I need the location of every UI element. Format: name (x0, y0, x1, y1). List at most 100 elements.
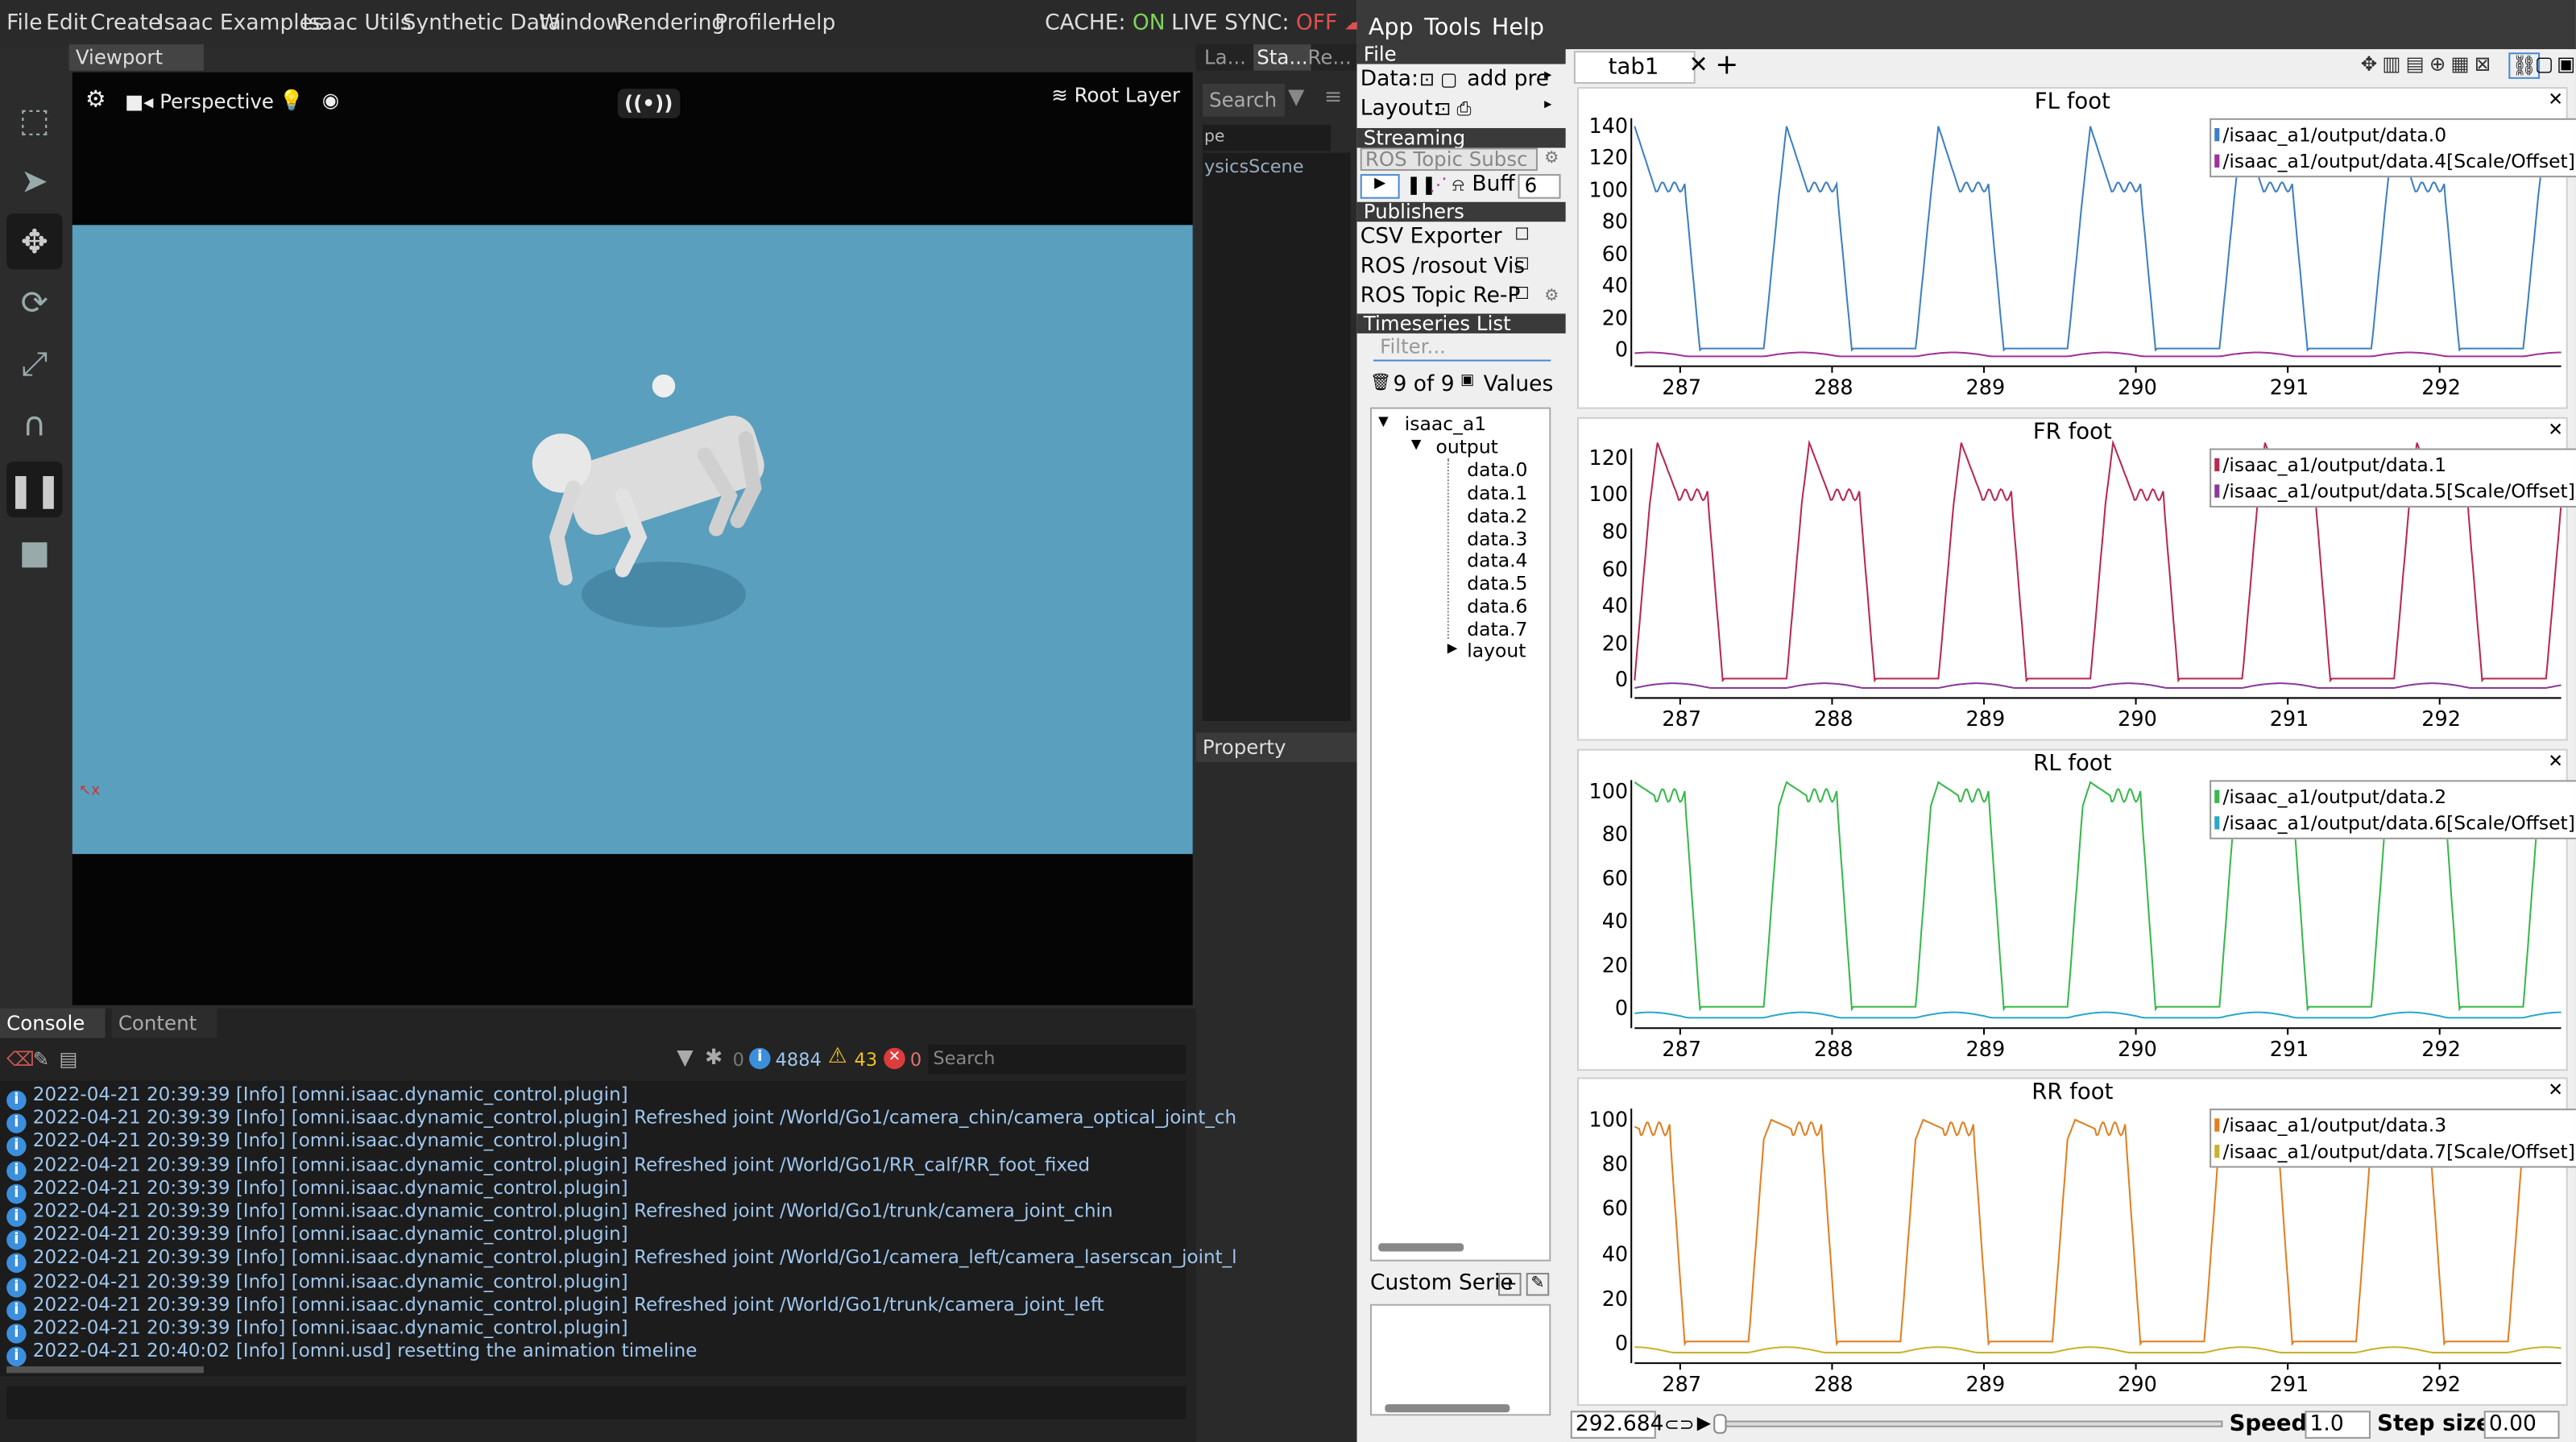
viewport-tab[interactable]: Viewport (68, 44, 204, 71)
tab-tab1[interactable]: tab1 (1573, 51, 1696, 84)
tab-render[interactable]: Re... (1307, 46, 1351, 69)
legend-entry[interactable]: /isaac_a1/output/data.2 (2214, 783, 2575, 810)
filter-icon[interactable]: ▼ (1288, 85, 1304, 110)
menu-create[interactable]: Create (90, 11, 161, 36)
scale-icon[interactable]: ⤢ (6, 335, 62, 391)
menu-help[interactable]: Help (787, 11, 835, 36)
add-tab-icon[interactable]: + (1715, 49, 1738, 82)
tree-leaf-data4[interactable]: data.4 (1467, 549, 1527, 572)
folder-icon[interactable]: ▤ (59, 1048, 77, 1071)
tree-leaf-data5[interactable]: data.5 (1467, 571, 1527, 595)
tab-content[interactable]: Content (111, 1008, 217, 1038)
publisher-rosout[interactable]: ROS /rosout Vis (1360, 255, 1525, 280)
menu-edit[interactable]: Edit (46, 11, 87, 36)
time-display[interactable]: 292.684 (1570, 1411, 1664, 1439)
menu-rendering[interactable]: Rendering (616, 11, 725, 36)
plot-legend[interactable]: /isaac_a1/output/data.3/isaac_a1/output/… (2209, 1108, 2576, 1168)
tree-node-layout[interactable]: layout (1467, 639, 1526, 662)
tree-leaf-data2[interactable]: data.2 (1467, 504, 1527, 528)
speed-spinbox[interactable]: 1.0 (2305, 1411, 2371, 1439)
streaming-settings-icon[interactable]: ⚙ (1544, 150, 1559, 168)
plot-4[interactable]: RR foot ✕ 0 20 40 60 80 100 287 288 289 290 291 292/i… (1576, 1077, 2576, 1407)
stage-row-type[interactable]: pe (1204, 128, 1224, 146)
camera-perspective-button[interactable]: ■◂ Perspective (125, 90, 274, 114)
expand-arrow-icon[interactable]: ▶ (1447, 640, 1458, 655)
eye-icon[interactable]: ◉ (322, 89, 339, 112)
values-checkbox[interactable]: ▣ (1460, 373, 1474, 389)
time-slider[interactable] (1717, 1420, 2223, 1427)
plot-2[interactable]: FR foot ✕ 0 20 40 60 80 100 120 287 288 289 290 291 29… (1576, 416, 2576, 741)
tree-leaf-data1[interactable]: data.1 (1467, 481, 1527, 504)
rotate-icon[interactable]: ⟳ (6, 274, 62, 329)
tree-node-output[interactable]: output (1436, 435, 1498, 458)
start-streaming-button[interactable]: ▶ (1360, 174, 1400, 199)
snap-magnet-icon[interactable]: ∩ (6, 396, 62, 451)
tree-leaf-data7[interactable]: data.7 (1467, 618, 1527, 641)
legend-entry[interactable]: /isaac_a1/output/data.3 (2214, 1112, 2575, 1138)
menu-tools[interactable]: Tools (1424, 15, 1481, 41)
plot-toolbar-icons[interactable]: ✥▥▤⊕▦⊠ (2361, 52, 2496, 76)
root-layer-button[interactable]: ≋ Root Layer (1051, 84, 1180, 107)
console-command-input[interactable] (6, 1386, 1187, 1419)
bell-icon[interactable]: ⍾ (1452, 174, 1464, 197)
republisher-checkbox[interactable]: ☐ (1514, 286, 1529, 304)
verbose-asterisk-icon[interactable]: ✱ (705, 1046, 723, 1071)
menu-profiler[interactable]: Profiler (714, 11, 789, 36)
loop-icon[interactable]: ⊂⊃ (1664, 1414, 1695, 1436)
step-size-spinbox[interactable]: 0.00 (2483, 1411, 2560, 1439)
legend-entry[interactable]: /isaac_a1/output/data.4[Scale/Offset] (2214, 147, 2575, 174)
zoom-ratio-icons[interactable]: ▢▣ (2535, 52, 2576, 76)
menu-isaac-examples[interactable]: Isaac Examples (158, 11, 324, 36)
plot-1[interactable]: FL foot ✕ 0 20 40 60 80 100 120 140 287 288 289 290 29… (1576, 87, 2576, 409)
rosout-checkbox[interactable]: ☐ (1514, 256, 1529, 274)
broadcast-icon[interactable]: ((•)) (617, 89, 680, 118)
settings-gear-icon[interactable]: ⚙ (85, 87, 106, 114)
csv-checkbox[interactable]: ☐ (1514, 226, 1529, 244)
layout-arrow-icon[interactable]: ▸ (1544, 97, 1551, 113)
menu-isaac-utils[interactable]: Isaac Utils (302, 11, 411, 36)
plot-legend[interactable]: /isaac_a1/output/data.2/isaac_a1/output/… (2209, 780, 2576, 839)
plot-legend[interactable]: /isaac_a1/output/data.0/isaac_a1/output/… (2209, 118, 2576, 178)
streaming-source-select[interactable]: ROS Topic Subsc (1360, 147, 1538, 172)
pause-icon[interactable]: ❚❚ (6, 461, 63, 518)
legend-entry[interactable]: /isaac_a1/output/data.5[Scale/Offset] (2214, 478, 2575, 504)
warning-icon[interactable]: ⚠ (828, 1045, 847, 1070)
move-icon[interactable]: ✥ (6, 213, 63, 270)
plot-3[interactable]: RL foot ✕ 0 20 40 60 80 100 287 288 289 290 291 292/i… (1576, 748, 2576, 1071)
buffer-spinbox[interactable]: 6 (1518, 174, 1561, 199)
menu-app[interactable]: App (1369, 15, 1414, 41)
menu-help[interactable]: Help (1492, 15, 1544, 41)
plot-legend[interactable]: /isaac_a1/output/data.1/isaac_a1/output/… (2209, 448, 2576, 508)
tree-node-isaac-a1[interactable]: isaac_a1 (1405, 412, 1486, 436)
clear-console-icon[interactable]: ⌫ (6, 1048, 35, 1071)
stage-search-input[interactable]: Search (1202, 83, 1285, 117)
legend-entry[interactable]: /isaac_a1/output/data.7[Scale/Offset] (2214, 1138, 2575, 1165)
viewport[interactable]: ⚙ ■◂ Perspective 💡 ◉ ((•)) ≋ Root Layer … (72, 72, 1193, 1005)
hamburger-menu-icon[interactable]: ≡ (1324, 85, 1342, 110)
time-slider-handle[interactable] (1713, 1414, 1727, 1434)
add-custom-series-icon[interactable]: + (1498, 1272, 1522, 1296)
filter-icon[interactable]: ▼ (677, 1046, 693, 1071)
republisher-settings-icon[interactable]: ⚙ (1544, 288, 1559, 305)
legend-entry[interactable]: /isaac_a1/output/data.6[Scale/Offset] (2214, 810, 2575, 836)
delete-icon[interactable]: 🗑 (1370, 375, 1391, 392)
stage-row-physics-scene[interactable]: ysicsScene (1204, 156, 1304, 178)
data-arrow-icon[interactable]: ▸ (1544, 68, 1551, 84)
tab-console[interactable]: Console (0, 1008, 106, 1038)
lightbulb-icon[interactable]: 💡 (280, 89, 304, 112)
add-prefix-field[interactable]: add pre (1467, 68, 1549, 93)
live-sync-status[interactable]: LIVE SYNC: OFF ☁ (1171, 11, 1365, 36)
tree-leaf-data3[interactable]: data.3 (1467, 527, 1527, 550)
section-publishers[interactable]: Publishers (1356, 202, 1566, 222)
tab-stage[interactable]: Sta... (1253, 44, 1311, 71)
menu-synthetic-data[interactable]: Synthetic Data (403, 11, 561, 36)
error-icon[interactable]: ✕ (884, 1047, 905, 1070)
edit-icon[interactable]: ✎ (33, 1048, 50, 1071)
console-search-input[interactable]: Search (928, 1044, 1187, 1075)
tree-leaf-data0[interactable]: data.0 (1467, 458, 1527, 482)
collapse-arrow-icon[interactable]: ▼ (1378, 414, 1389, 429)
edit-custom-series-icon[interactable]: ✎ (1526, 1272, 1550, 1296)
signal-icon[interactable]: ⋰ (1429, 174, 1447, 196)
publisher-csv[interactable]: CSV Exporter (1360, 225, 1502, 250)
section-file[interactable]: File (1356, 44, 1566, 64)
